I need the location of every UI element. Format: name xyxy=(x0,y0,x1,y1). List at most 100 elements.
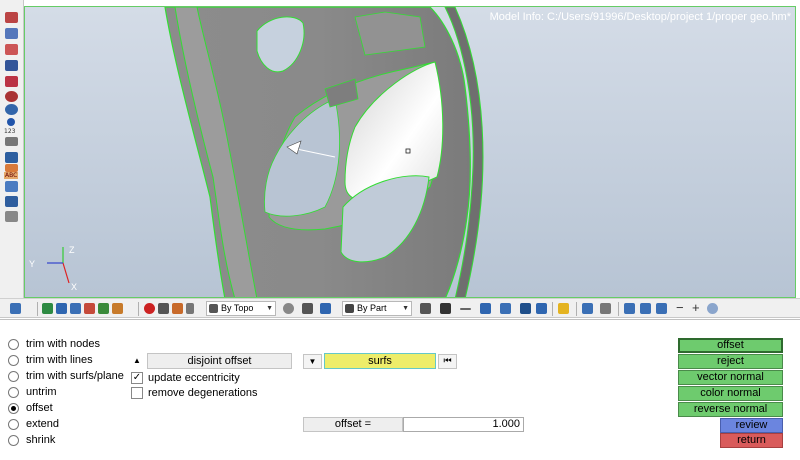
undo-view-icon[interactable] xyxy=(707,303,718,314)
layer-color-icon[interactable] xyxy=(84,303,95,314)
measure-icon[interactable] xyxy=(5,137,18,146)
radio-trim-with-surfs-plane[interactable]: trim with surfs/plane xyxy=(8,368,124,384)
radio-offset[interactable]: offset xyxy=(8,400,53,416)
topo-icon xyxy=(209,304,218,313)
surface-icon[interactable] xyxy=(5,60,18,71)
radio-button[interactable] xyxy=(8,418,19,430)
offset-mode-button[interactable]: disjoint offset xyxy=(147,353,292,369)
info-icon[interactable] xyxy=(7,118,15,126)
return-button[interactable]: return xyxy=(720,433,783,448)
topo-dropdown[interactable]: By Topo ▼ xyxy=(206,301,276,316)
shaded-mesh-icon[interactable] xyxy=(440,303,451,314)
table-icon[interactable] xyxy=(5,181,18,192)
chevron-down-icon: ▼ xyxy=(402,305,409,312)
components-icon[interactable] xyxy=(42,303,53,314)
delete-icon[interactable] xyxy=(144,303,155,314)
zoom-in-icon[interactable]: + xyxy=(692,300,700,315)
model-geometry[interactable] xyxy=(25,7,796,298)
update-eccentricity-row[interactable]: ✓ update eccentricity xyxy=(131,371,240,385)
upper-bracket[interactable] xyxy=(354,11,426,56)
mesh-icon[interactable] xyxy=(5,152,18,163)
weight-icon[interactable] xyxy=(5,211,18,222)
screen-icon[interactable] xyxy=(536,303,547,314)
radio-label: trim with nodes xyxy=(26,338,100,350)
radio-label: extend xyxy=(26,418,60,430)
mask-icon[interactable] xyxy=(5,91,18,102)
toolbar-separator xyxy=(618,302,619,316)
unmask-icon[interactable] xyxy=(172,303,183,314)
vector-normal-button[interactable]: vector normal xyxy=(678,370,783,385)
restore-view-icon[interactable] xyxy=(656,303,667,314)
zoom-out-icon[interactable]: − xyxy=(676,300,684,315)
node-icon[interactable] xyxy=(520,303,531,314)
reverse-normal-button[interactable]: reverse normal xyxy=(678,402,783,417)
color-icon[interactable] xyxy=(5,104,18,115)
update-eccentricity-label: update eccentricity xyxy=(148,372,240,384)
visualization-icon[interactable] xyxy=(98,303,109,314)
element-line-icon[interactable] xyxy=(460,308,471,310)
chevron-down-icon: ▼ xyxy=(266,305,273,312)
radio-label: trim with surfs/plane xyxy=(26,370,124,382)
radio-label: trim with lines xyxy=(26,354,93,366)
color-normal-button[interactable]: color normal xyxy=(678,386,783,401)
radio-shrink[interactable]: shrink xyxy=(8,432,55,448)
cube-icon[interactable] xyxy=(5,196,18,207)
surface-edit-panel: trim with nodes trim with lines trim wit… xyxy=(0,319,800,460)
radio-button[interactable] xyxy=(8,370,19,382)
radio-extend[interactable]: extend xyxy=(8,416,59,432)
grid-icon[interactable] xyxy=(582,303,593,314)
rotate-icon[interactable] xyxy=(10,303,21,314)
shrink-icon[interactable] xyxy=(500,303,511,314)
radio-label: offset xyxy=(26,402,53,414)
mode-toggle-icon[interactable]: ▲ xyxy=(129,354,145,368)
radio-button[interactable] xyxy=(8,402,19,414)
assemblies-icon[interactable] xyxy=(56,303,67,314)
triad-y-label: Y xyxy=(29,259,36,269)
element-shape-icon[interactable] xyxy=(480,303,491,314)
radio-button[interactable] xyxy=(8,354,19,366)
geometry-color-icon[interactable] xyxy=(283,303,294,314)
remove-degenerations-row[interactable]: remove degenerations xyxy=(131,386,257,400)
previous-view-icon[interactable] xyxy=(624,303,635,314)
graphics-viewport[interactable]: Model Info: C:/Users/91996/Desktop/proje… xyxy=(24,6,796,298)
faces-icon[interactable] xyxy=(5,44,18,55)
edges-icon[interactable] xyxy=(5,12,18,23)
update-eccentricity-checkbox[interactable]: ✓ xyxy=(131,372,143,384)
solid-icon[interactable] xyxy=(5,76,18,87)
radio-button[interactable] xyxy=(8,434,19,446)
toolbar-separator xyxy=(37,302,38,316)
abc-icon[interactable] xyxy=(5,164,18,172)
mask-icon[interactable] xyxy=(158,303,169,314)
layers-icon[interactable] xyxy=(70,303,81,314)
star-icon[interactable] xyxy=(558,303,569,314)
display-toolbar: By Topo ▼ By Part ▼ − + xyxy=(0,298,800,318)
radio-label: shrink xyxy=(26,434,56,446)
surfs-selector[interactable]: surfs xyxy=(324,353,436,369)
radio-button[interactable] xyxy=(8,338,19,350)
remove-degenerations-checkbox[interactable] xyxy=(131,387,143,399)
offset-value-field[interactable]: 1.000 xyxy=(403,417,524,432)
shading-icon[interactable] xyxy=(302,303,313,314)
numbers-icon[interactable]: 123 xyxy=(4,128,15,135)
reject-button[interactable]: reject xyxy=(678,354,783,369)
radio-trim-with-nodes[interactable]: trim with nodes xyxy=(8,336,100,352)
selector-dropdown-button[interactable]: ▼ xyxy=(303,354,322,369)
axis-triad xyxy=(47,247,70,284)
radio-button[interactable] xyxy=(8,386,19,398)
offset-button[interactable]: offset xyxy=(678,338,783,353)
shaded-geometry-icon[interactable] xyxy=(320,303,331,314)
wrench-icon[interactable] xyxy=(600,303,611,314)
radio-trim-with-lines[interactable]: trim with lines xyxy=(8,352,93,368)
find-icon[interactable] xyxy=(186,303,194,314)
wireframe-icon[interactable] xyxy=(420,303,431,314)
review-button[interactable]: review xyxy=(720,418,783,433)
toolbar-separator xyxy=(576,302,577,316)
radio-untrim[interactable]: untrim xyxy=(8,384,57,400)
part-dropdown[interactable]: By Part ▼ xyxy=(342,301,412,316)
toolbar-separator xyxy=(138,302,139,316)
reset-selection-icon[interactable]: ⏮ xyxy=(438,354,457,369)
abc-label-icon[interactable]: ABC xyxy=(4,172,19,179)
next-view-icon[interactable] xyxy=(640,303,651,314)
display-icon[interactable] xyxy=(112,303,123,314)
edge-color-icon[interactable] xyxy=(5,28,18,39)
